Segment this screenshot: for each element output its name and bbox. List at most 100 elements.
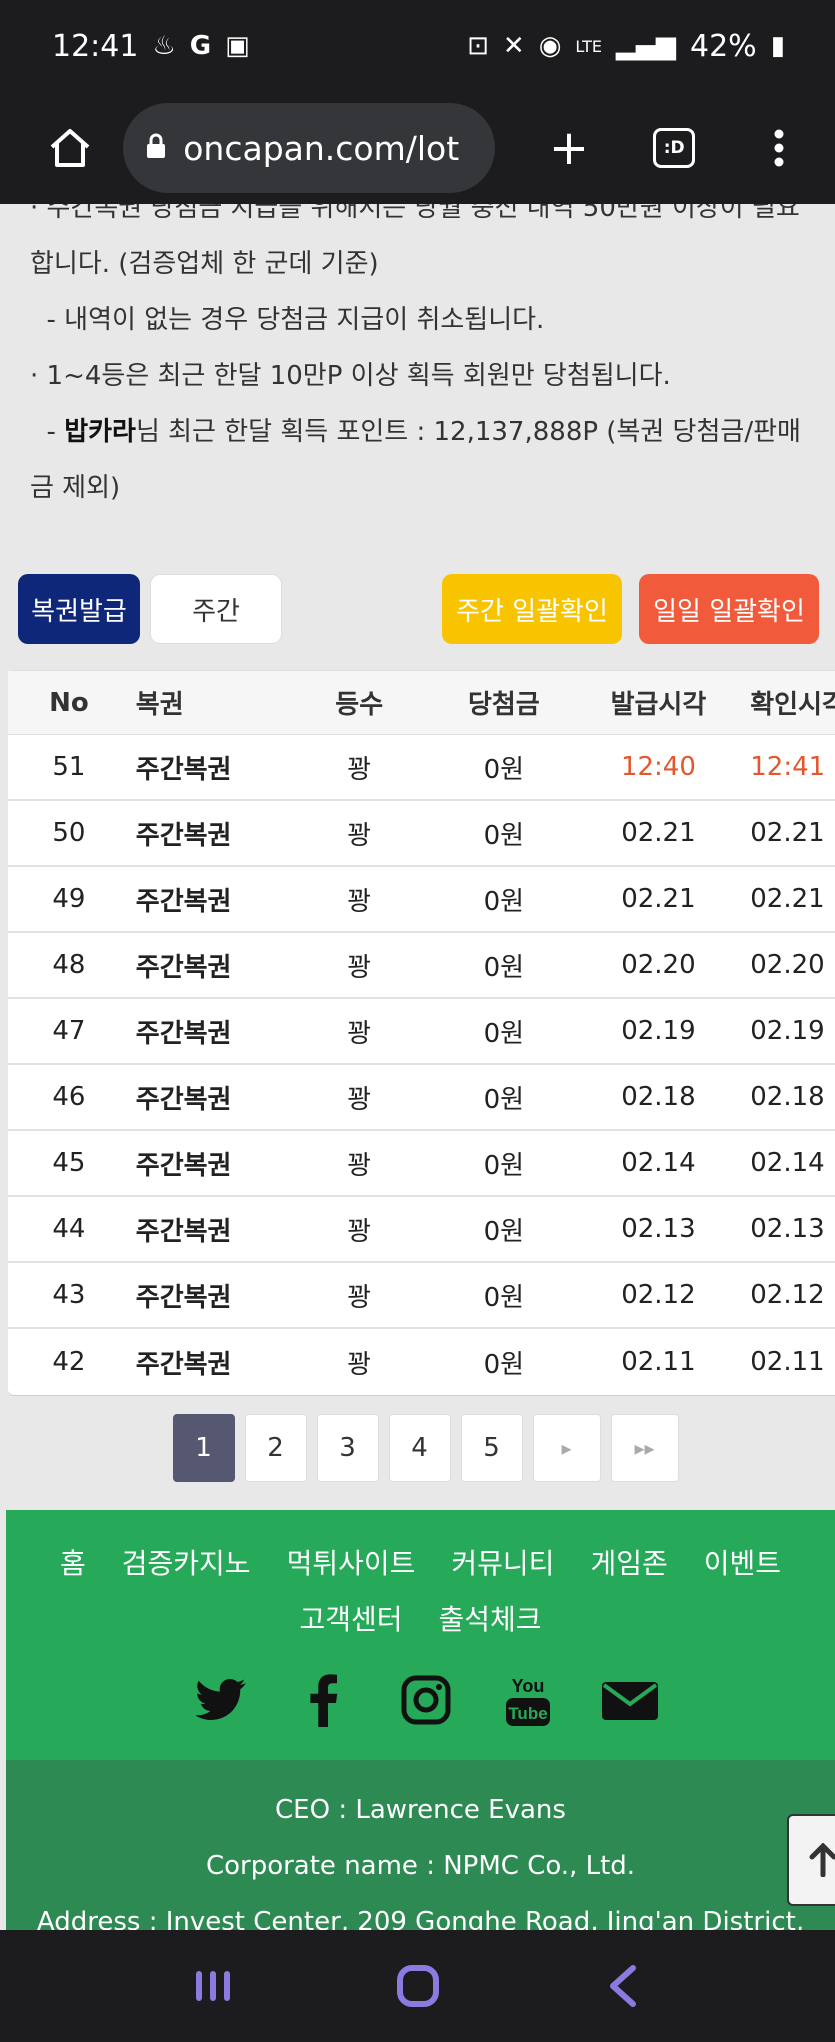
footer-link-community[interactable]: 커뮤니티 xyxy=(451,1536,554,1592)
new-tab-icon[interactable]: + xyxy=(533,112,604,184)
row-name: 주간복권 xyxy=(135,1216,232,1247)
home-nav-icon[interactable] xyxy=(378,1946,458,2026)
row-prize: 0원 xyxy=(483,1018,525,1049)
row-prize: 0원 xyxy=(483,1216,525,1247)
daily-check-all-button[interactable]: 일일 일괄확인 xyxy=(639,574,819,644)
table-row[interactable]: 43 주간복권 꽝 0원 02.12 02.12 xyxy=(8,1263,835,1329)
page-4[interactable]: 4 xyxy=(388,1414,451,1482)
facebook-icon[interactable] xyxy=(294,1670,354,1730)
table-row[interactable]: 51 주간복권 꽝 0원 12:40 12:41 xyxy=(8,735,835,801)
row-grade: 꽝 xyxy=(347,754,372,785)
notice-line-2-text: - 내역이 없는 경우 당첨금 지급이 취소됩니다. xyxy=(46,305,545,335)
row-checked: 02.21 xyxy=(750,818,825,848)
browser-toolbar: oncapan.com/lot + :D xyxy=(0,92,835,204)
tabs-button[interactable]: :D xyxy=(639,112,710,184)
page-2[interactable]: 2 xyxy=(244,1414,307,1482)
footer-ceo: CEO : Lawrence Evans xyxy=(275,1795,566,1825)
row-grade: 꽝 xyxy=(347,952,372,983)
footer-link-home[interactable]: 홈 xyxy=(60,1536,86,1592)
footer-info: CEO : Lawrence Evans Corporate name : NP… xyxy=(6,1760,835,1930)
notice-line-3: · 1~4등은 최근 한달 10만P 이상 획득 회원만 당첨됩니다. xyxy=(30,361,671,391)
table-row[interactable]: 46 주간복권 꽝 0원 02.18 02.18 xyxy=(8,1065,835,1131)
app-icon: ▣ xyxy=(225,31,250,61)
points-text: 님 최근 한달 획득 포인트 : 12,137,888P (복권 당첨금/판매금… xyxy=(30,417,801,503)
twitter-icon[interactable] xyxy=(192,1670,252,1730)
footer-nav: 홈 검증카지노 먹튀사이트 커뮤니티 게임존 이벤트 고객센터 출석체크 You… xyxy=(6,1510,835,1760)
footer-link-game-zone[interactable]: 게임존 xyxy=(590,1536,667,1592)
instagram-icon[interactable] xyxy=(396,1670,456,1730)
row-prize: 0원 xyxy=(483,1349,525,1380)
page-5[interactable]: 5 xyxy=(460,1414,523,1482)
email-icon[interactable] xyxy=(600,1670,660,1730)
row-name: 주간복권 xyxy=(135,1282,232,1313)
lte-icon: LTE xyxy=(575,36,602,56)
table-row[interactable]: 44 주간복권 꽝 0원 02.13 02.13 xyxy=(8,1197,835,1263)
footer-address: Address : Invest Center, 209 Gonghe Road… xyxy=(36,1907,805,1930)
system-nav-bar xyxy=(0,1930,835,2042)
row-no: 50 xyxy=(52,818,86,848)
row-name: 주간복권 xyxy=(135,1349,232,1380)
mute-icon: ✕ xyxy=(502,31,525,61)
battery-level: 42% xyxy=(690,28,757,64)
last-page-icon[interactable]: ▸▸ xyxy=(610,1414,679,1482)
back-icon[interactable] xyxy=(583,1946,663,2026)
row-prize: 0원 xyxy=(483,886,525,917)
page-content: · 주간복권 당첨금 지급을 위해서는 당월 충전 내역 50만원 이상이 필요… xyxy=(0,204,835,1930)
home-icon[interactable] xyxy=(34,112,105,184)
url-bar[interactable]: oncapan.com/lot xyxy=(123,103,496,193)
scroll-top-button[interactable] xyxy=(787,1814,835,1906)
hotspot-icon: ◉ xyxy=(538,31,562,61)
footer-link-events[interactable]: 이벤트 xyxy=(704,1536,781,1592)
row-name: 주간복권 xyxy=(135,1084,232,1115)
row-issued: 02.13 xyxy=(621,1214,696,1244)
page-3[interactable]: 3 xyxy=(316,1414,379,1482)
row-no: 45 xyxy=(52,1148,86,1178)
table-row[interactable]: 42 주간복권 꽝 0원 02.11 02.11 xyxy=(8,1329,835,1395)
row-issued: 02.21 xyxy=(621,884,696,914)
footer-corp: Corporate name : NPMC Co., Ltd. xyxy=(205,1851,636,1881)
row-grade: 꽝 xyxy=(347,1282,372,1313)
table-row[interactable]: 48 주간복권 꽝 0원 02.20 02.20 xyxy=(8,933,835,999)
menu-icon[interactable] xyxy=(744,112,815,184)
table-row[interactable]: 47 주간복권 꽝 0원 02.19 02.19 xyxy=(8,999,835,1065)
header-lottery: 복권 xyxy=(135,690,184,720)
page-1[interactable]: 1 xyxy=(172,1414,235,1482)
row-grade: 꽝 xyxy=(347,886,372,917)
row-prize: 0원 xyxy=(483,820,525,851)
row-grade: 꽝 xyxy=(347,1216,372,1247)
battery-icon: ▮ xyxy=(770,31,785,61)
footer-link-scam-sites[interactable]: 먹튀사이트 xyxy=(287,1536,416,1592)
row-issued: 02.11 xyxy=(621,1347,696,1377)
signal-icon: ▂▄▆ xyxy=(616,31,676,61)
weekly-check-all-button[interactable]: 주간 일괄확인 xyxy=(442,574,622,644)
row-grade: 꽝 xyxy=(347,820,372,851)
svg-text:You: You xyxy=(511,1676,544,1696)
notification-icon: ♨ xyxy=(152,31,176,61)
issue-lottery-button[interactable]: 복권발급 xyxy=(18,574,140,644)
row-issued: 12:40 xyxy=(620,752,696,782)
footer-link-attendance[interactable]: 출석체크 xyxy=(439,1592,542,1648)
youtube-icon[interactable]: You Tube xyxy=(498,1670,558,1730)
social-links: You Tube xyxy=(6,1670,835,1730)
status-left: 12:41 ♨ G ▣ xyxy=(52,29,250,64)
footer-link-support[interactable]: 고객센터 xyxy=(299,1592,402,1648)
row-checked: 02.14 xyxy=(750,1148,825,1178)
row-name: 주간복권 xyxy=(135,754,232,785)
footer-link-casino[interactable]: 검증카지노 xyxy=(122,1536,251,1592)
table-header: No 복권 등수 당첨금 발급시각 확인시각 xyxy=(8,671,835,735)
table-row[interactable]: 50 주간복권 꽝 0원 02.21 02.21 xyxy=(8,801,835,867)
table-row[interactable]: 45 주간복권 꽝 0원 02.14 02.14 xyxy=(8,1131,835,1197)
next-page-icon[interactable]: ▸ xyxy=(532,1414,601,1482)
row-prize: 0원 xyxy=(483,754,525,785)
user-name: 밥카라 xyxy=(64,417,136,447)
row-no: 44 xyxy=(52,1214,86,1244)
row-name: 주간복권 xyxy=(135,820,232,851)
weekly-filter-button[interactable]: 주간 xyxy=(150,574,282,644)
row-no: 48 xyxy=(52,950,86,980)
recents-icon[interactable] xyxy=(173,1946,253,2026)
row-name: 주간복권 xyxy=(135,886,232,917)
battery-saver-icon: ⊡ xyxy=(467,31,489,61)
lottery-table: No 복권 등수 당첨금 발급시각 확인시각 51 주간복권 꽝 0원 12:4… xyxy=(8,670,835,1396)
status-bar: 12:41 ♨ G ▣ ⊡ ✕ ◉ LTE ▂▄▆ 42% ▮ xyxy=(0,0,835,92)
table-row[interactable]: 49 주간복권 꽝 0원 02.21 02.21 xyxy=(8,867,835,933)
